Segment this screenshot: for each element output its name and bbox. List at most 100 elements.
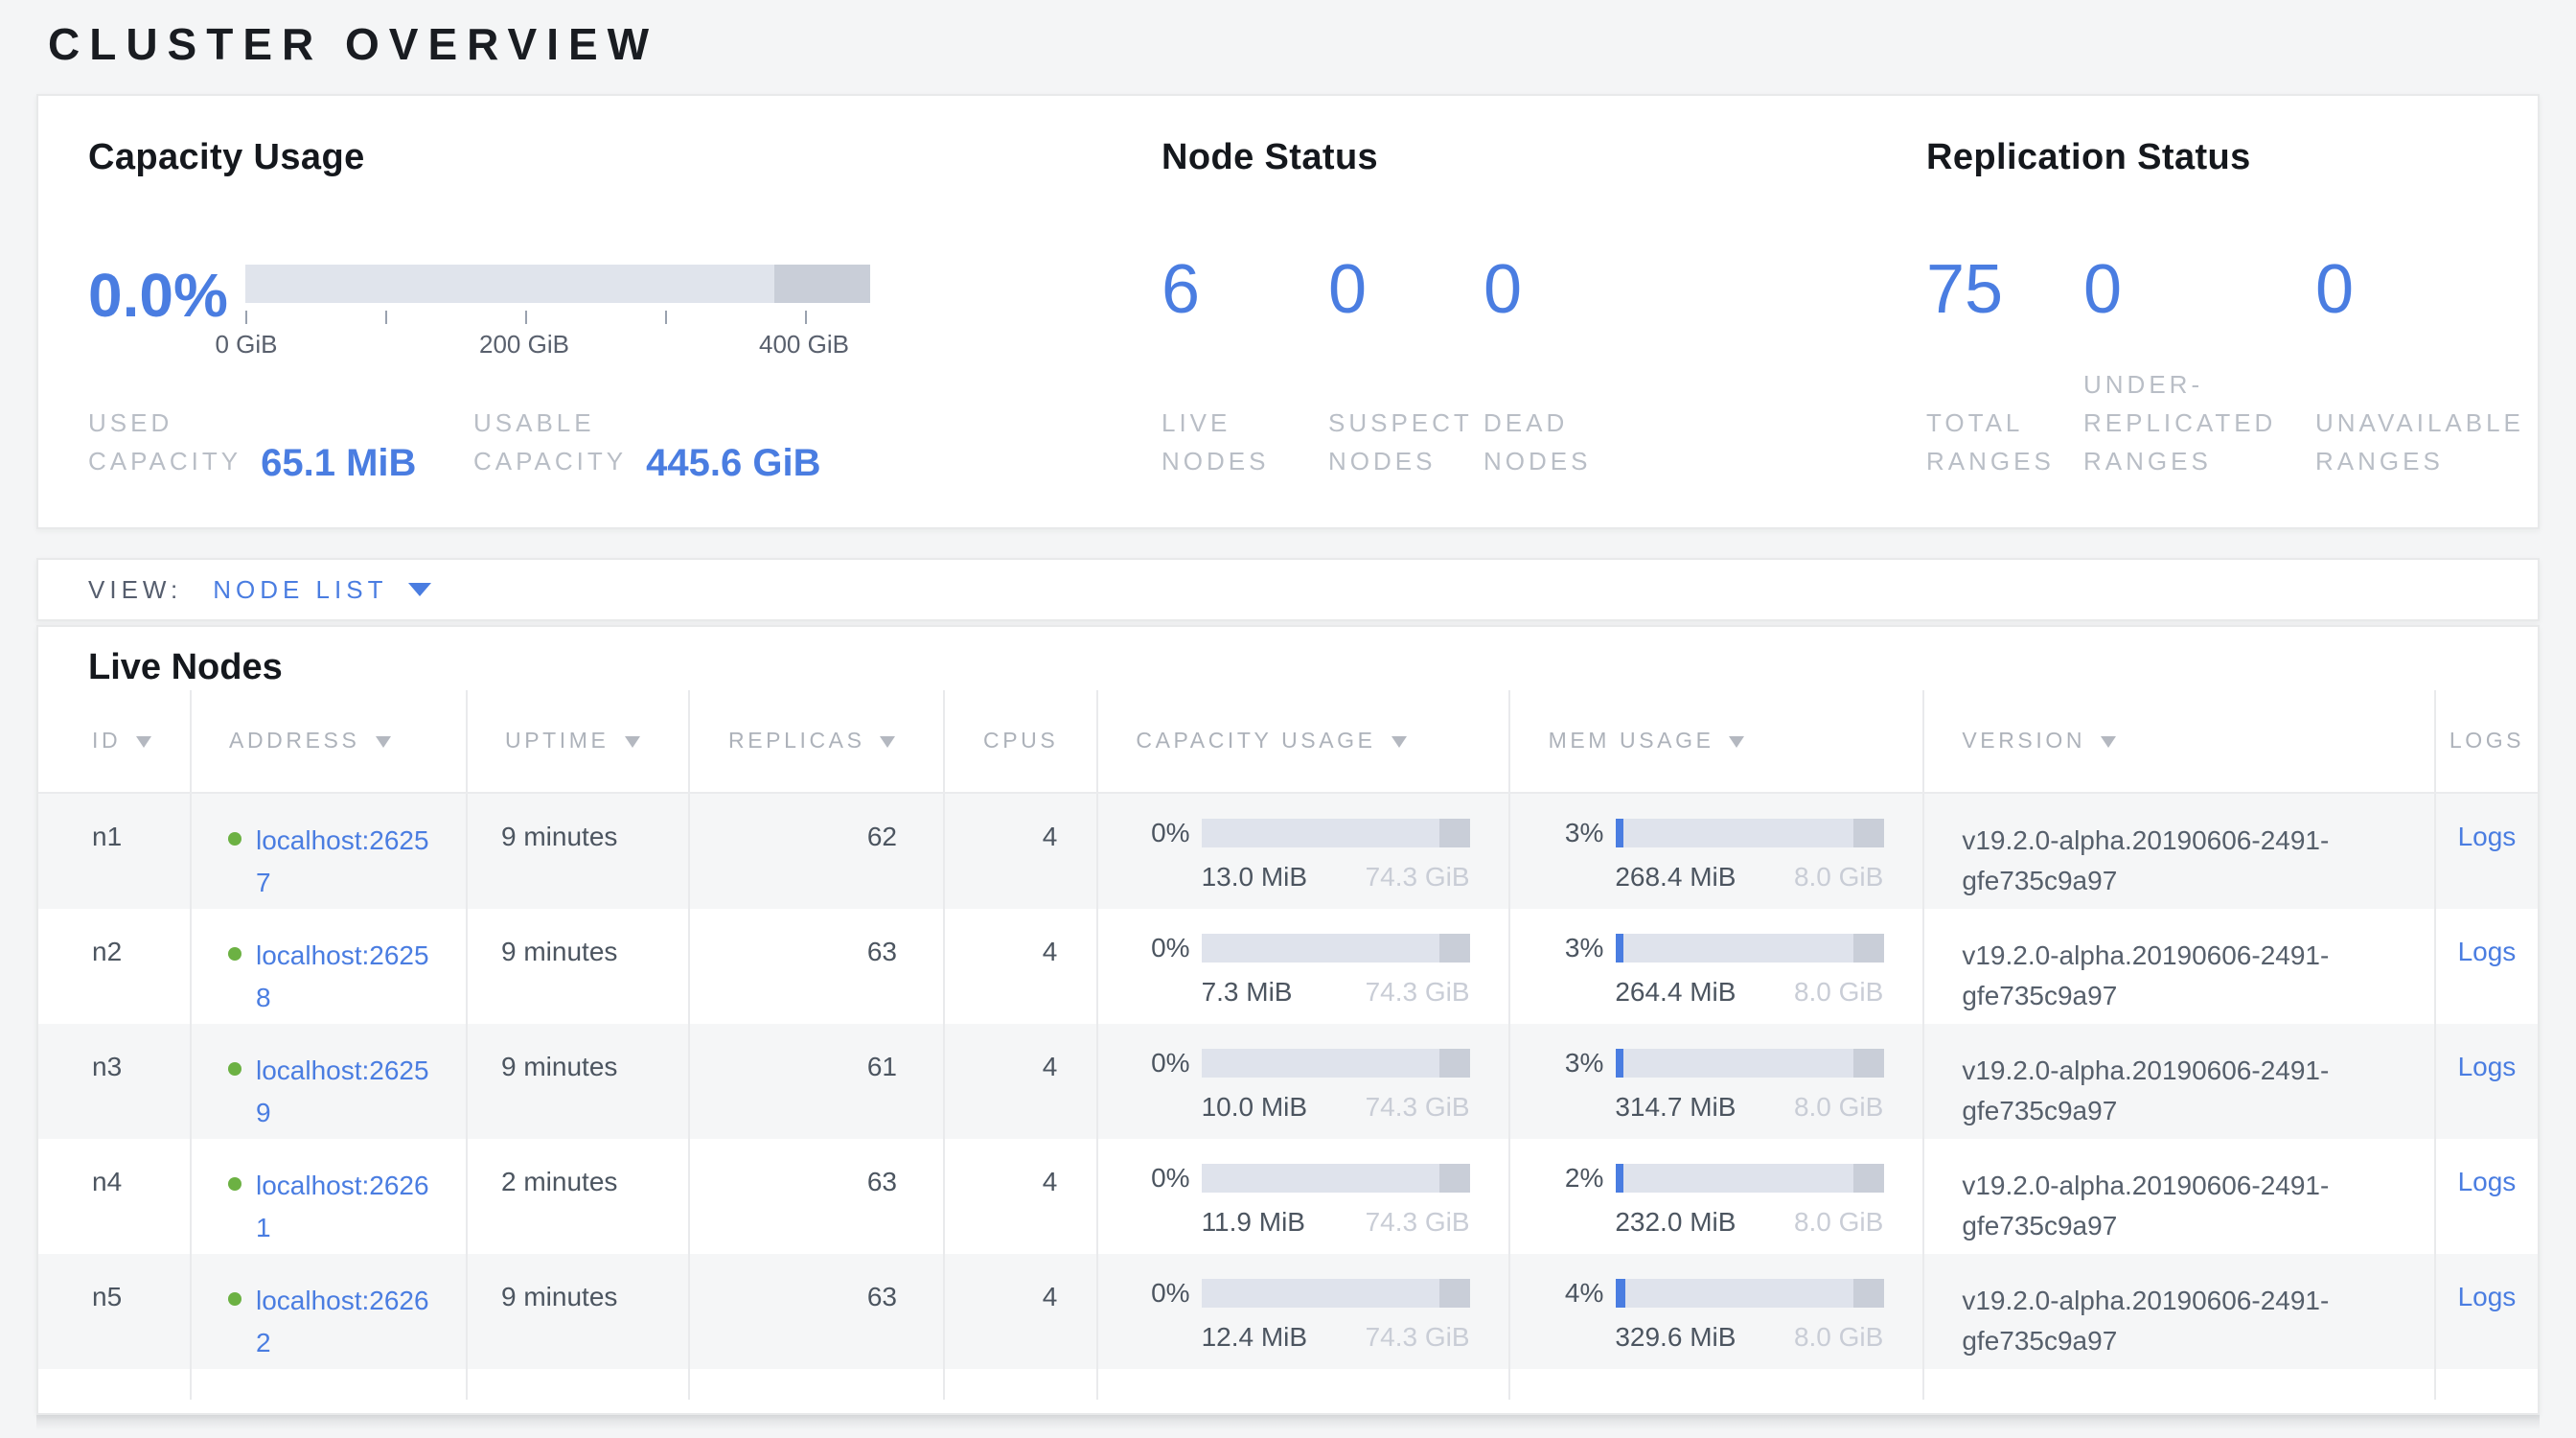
- usage-percent: 3%: [1565, 817, 1603, 847]
- capacity-bar-dark-segment: [774, 264, 869, 302]
- usage-used-value: 268.4 MiB: [1615, 861, 1736, 892]
- usage-bar: [1615, 1278, 1883, 1307]
- node-capacity-usage-cell: 0%11.9 MiB74.3 GiB: [1097, 1139, 1509, 1254]
- node-mem-usage-cell: 2%232.0 MiB8.0 GiB: [1510, 1139, 1924, 1254]
- usage-bar-dark-segment: [1440, 1163, 1470, 1192]
- node-status-title: Node Status: [1162, 138, 1378, 180]
- node-capacity-usage-cell: 0%12.4 MiB74.3 GiB: [1097, 1254, 1509, 1369]
- usable-capacity-value: 445.6 GiB: [646, 443, 820, 487]
- usage-used-value: 264.4 MiB: [1615, 976, 1736, 1007]
- dead-nodes-count: 0: [1484, 249, 1522, 330]
- page-title: CLUSTER OVERVIEW: [48, 19, 658, 71]
- node-cpus-cell: 4: [945, 909, 1097, 1024]
- node-address-link[interactable]: localhost:26258: [256, 936, 438, 1019]
- usage-bar: [1202, 818, 1470, 847]
- node-address-link[interactable]: localhost:26262: [256, 1281, 438, 1364]
- node-logs-cell: Logs: [2436, 1139, 2538, 1254]
- usage-bar-fill: [1615, 933, 1622, 962]
- node-replicas-cell: 63: [690, 909, 945, 1024]
- node-address-link[interactable]: localhost:26257: [256, 821, 438, 904]
- table-header-row: IDADDRESSUPTIMEREPLICASCPUSCAPACITY USAG…: [38, 690, 2538, 794]
- column-header-label: VERSION: [1962, 730, 2085, 753]
- usable-capacity-label: USABLE CAPACITY: [473, 404, 627, 481]
- column-header-address[interactable]: ADDRESS: [191, 690, 467, 792]
- node-logs-link[interactable]: Logs: [2458, 1051, 2517, 1081]
- live-nodes-label: LIVE NODES: [1162, 404, 1269, 481]
- column-header-mem-usage[interactable]: MEM USAGE: [1510, 690, 1924, 792]
- under-replicated-ranges-label: UNDER- REPLICATED RANGES: [2083, 365, 2276, 481]
- axis-tick-label: 200 GiB: [479, 329, 569, 358]
- capacity-bar: [244, 264, 869, 302]
- total-ranges-label: TOTAL RANGES: [1926, 404, 2055, 481]
- node-version-cell: v19.2.0-alpha.20190606-2491-gfe735c9a97: [1923, 1139, 2436, 1254]
- axis-tick-label: 400 GiB: [759, 329, 849, 358]
- usage-percent: 0%: [1151, 1162, 1189, 1193]
- usage-used-value: 314.7 MiB: [1615, 1091, 1736, 1122]
- sort-desc-icon: [1730, 735, 1745, 747]
- table-cell-partial: [38, 1369, 191, 1400]
- usage-used-value: 10.0 MiB: [1202, 1091, 1308, 1122]
- column-header-id[interactable]: ID: [38, 690, 191, 792]
- column-header-label: UPTIME: [505, 730, 610, 753]
- table-cell-partial: [1097, 1369, 1509, 1400]
- node-address-cell: localhost:26261: [191, 1139, 467, 1254]
- node-live-dot-icon: [227, 1177, 241, 1191]
- table-cell-partial: [2436, 1369, 2538, 1400]
- node-logs-link[interactable]: Logs: [2458, 821, 2517, 851]
- node-version-cell: v19.2.0-alpha.20190606-2491-gfe735c9a97: [1923, 794, 2436, 909]
- node-logs-link[interactable]: Logs: [2458, 936, 2517, 966]
- usage-total-value: 8.0 GiB: [1794, 861, 1883, 892]
- node-replicas-cell: 63: [690, 1139, 945, 1254]
- usage-used-value: 329.6 MiB: [1615, 1321, 1736, 1352]
- usage-percent: 0%: [1151, 1047, 1189, 1078]
- column-header-version[interactable]: VERSION: [1923, 690, 2436, 792]
- column-header-replicas[interactable]: REPLICAS: [690, 690, 945, 792]
- live-nodes-count: 6: [1162, 249, 1200, 330]
- node-logs-cell: Logs: [2436, 1024, 2538, 1139]
- usage-bar-dark-segment: [1854, 1163, 1884, 1192]
- usage-percent: 0%: [1151, 1277, 1189, 1308]
- node-version-cell: v19.2.0-alpha.20190606-2491-gfe735c9a97: [1923, 1254, 2436, 1369]
- table-cell-partial: [1923, 1369, 2436, 1400]
- node-capacity-usage-cell: 0%7.3 MiB74.3 GiB: [1097, 909, 1509, 1024]
- node-address-cell: localhost:26259: [191, 1024, 467, 1139]
- usage-percent: 3%: [1565, 932, 1603, 963]
- column-header-label: LOGS: [2450, 730, 2524, 753]
- usage-used-value: 13.0 MiB: [1202, 861, 1308, 892]
- table-row: n5localhost:262629 minutes6340%12.4 MiB7…: [38, 1254, 2538, 1369]
- node-address-link[interactable]: localhost:26261: [256, 1166, 438, 1249]
- node-id-cell: n3: [38, 1024, 191, 1139]
- column-header-label: CAPACITY USAGE: [1136, 730, 1375, 753]
- node-uptime-cell: 2 minutes: [467, 1139, 690, 1254]
- view-label: VIEW:: [88, 575, 182, 604]
- view-dropdown[interactable]: NODE LIST: [213, 575, 431, 604]
- node-address-cell: localhost:26262: [191, 1254, 467, 1369]
- used-capacity-value: 65.1 MiB: [261, 443, 416, 487]
- unavailable-ranges-label: UNAVAILABLE RANGES: [2315, 404, 2524, 481]
- under-replicated-ranges-count: 0: [2083, 249, 2122, 330]
- node-cpus-cell: 4: [945, 1139, 1097, 1254]
- usage-total-value: 74.3 GiB: [1366, 1091, 1470, 1122]
- node-live-dot-icon: [227, 1292, 241, 1306]
- node-id-cell: n5: [38, 1254, 191, 1369]
- node-mem-usage-cell: 3% 268.4 MiB 8.0 GiB: [1510, 794, 1924, 909]
- node-address-cell: localhost:26257: [191, 794, 467, 909]
- node-logs-link[interactable]: Logs: [2458, 1281, 2517, 1311]
- node-address-link[interactable]: localhost:26259: [256, 1051, 438, 1134]
- node-logs-cell: Logs: [2436, 1254, 2538, 1369]
- column-header-uptime[interactable]: UPTIME: [467, 690, 690, 792]
- usage-bar: [1615, 933, 1883, 962]
- unavailable-ranges-count: 0: [2315, 249, 2354, 330]
- usage-used-value: 7.3 MiB: [1202, 976, 1293, 1007]
- used-capacity-stat: USED CAPACITY 65.1 MiB: [88, 404, 416, 481]
- usage-used-value: 232.0 MiB: [1615, 1206, 1736, 1237]
- summary-card: Capacity Usage 0.0% 0 GiB 200 GiB 400 Gi…: [36, 94, 2540, 529]
- column-header-capacity-usage[interactable]: CAPACITY USAGE: [1097, 690, 1509, 792]
- node-id-cell: n1: [38, 794, 191, 909]
- axis-tick: [524, 310, 526, 323]
- node-logs-link[interactable]: Logs: [2458, 1166, 2517, 1196]
- node-version-cell: v19.2.0-alpha.20190606-2491-gfe735c9a97: [1923, 1024, 2436, 1139]
- node-mem-usage-cell: 3%314.7 MiB8.0 GiB: [1510, 1024, 1924, 1139]
- usage-total-value: 74.3 GiB: [1366, 1321, 1470, 1352]
- live-nodes-rows: n1localhost:262579 minutes6240%13.0 MiB7…: [38, 794, 2538, 1369]
